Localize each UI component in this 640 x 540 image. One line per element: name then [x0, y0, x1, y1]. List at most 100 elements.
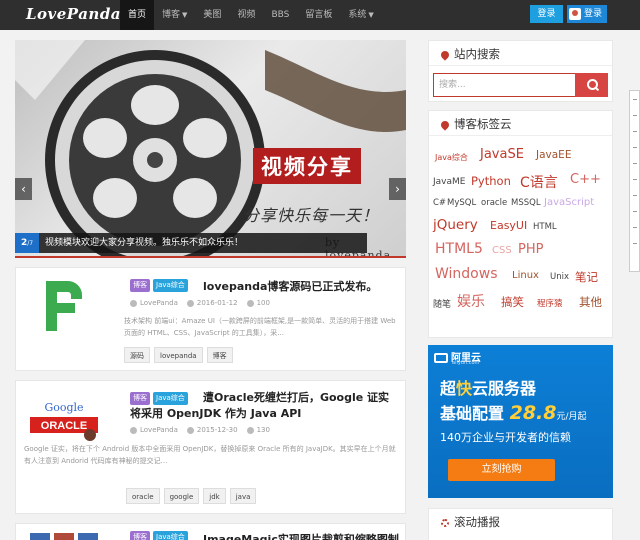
- widget-title: 滚动播报: [441, 514, 500, 530]
- post-views: 130: [246, 426, 270, 434]
- pin-icon: [439, 118, 451, 131]
- image-slider[interactable]: 视频分享 分享快乐每一天！ by lovepanda ‹ › 2/7 视频模块欢…: [15, 40, 406, 256]
- category-badge[interactable]: Java综合: [153, 531, 188, 540]
- nav-item-video[interactable]: 视频: [229, 0, 263, 30]
- tag-link[interactable]: 娱乐: [457, 291, 485, 311]
- nav-item-bbs[interactable]: BBS: [263, 0, 297, 30]
- tag-link[interactable]: C语言: [520, 172, 558, 192]
- tag-link[interactable]: JavaSE: [480, 147, 524, 162]
- tag-link[interactable]: HTML5: [435, 241, 483, 257]
- user-icon: [130, 426, 137, 434]
- ad-price-unit: 元/月起: [556, 412, 587, 422]
- search-widget: 站内搜索 搜索...: [428, 40, 613, 102]
- keyword-tag[interactable]: 源码: [124, 347, 150, 363]
- tag-link[interactable]: Windows: [435, 266, 498, 282]
- tag-link[interactable]: Linux: [512, 270, 539, 281]
- post-thumbnail[interactable]: Google ORACLE: [26, 392, 102, 446]
- post-keywords: 源码 lovepanda 博客: [124, 347, 233, 363]
- scroll-tick: [633, 179, 637, 180]
- post-card: Google ORACLE 博客 Java综合 遭Oracle死缠烂打后，Goo…: [15, 380, 406, 514]
- tag-link[interactable]: HTML: [533, 222, 557, 232]
- post-thumbnail[interactable]: [26, 531, 102, 540]
- tag-link[interactable]: C#: [433, 198, 446, 208]
- tag-link[interactable]: 程序猿: [537, 297, 563, 309]
- buy-now-button[interactable]: 立刻抢购: [448, 459, 555, 481]
- nav-item-system[interactable]: 系统 ▼: [340, 0, 381, 30]
- keyword-tag[interactable]: lovepanda: [154, 347, 203, 363]
- tag-link[interactable]: JavaEE: [536, 149, 571, 161]
- user-icon: [130, 299, 137, 307]
- aliyun-ad-banner[interactable]: 阿里云 aliyun.com 超快云服务器 基础配置 28.8元/月起 140万…: [428, 345, 613, 498]
- slide-caption-text[interactable]: 视频模块欢迎大家分享视频。独乐乐不如众乐乐！: [45, 233, 243, 253]
- scroll-tick: [633, 99, 637, 100]
- tag-link[interactable]: oracle: [481, 198, 507, 208]
- tag-link[interactable]: 笔记: [575, 269, 598, 285]
- post-title[interactable]: 遭Oracle死缠烂打后，Google 证实将采用 OpenJDK 作为 Jav…: [130, 390, 398, 422]
- widget-title: 站内搜索: [439, 46, 500, 62]
- tag-link[interactable]: MSSQL: [511, 198, 541, 208]
- widget-title: 博客标签云: [439, 116, 512, 132]
- nav-item-guestbook[interactable]: 留言板: [297, 0, 340, 30]
- category-badge[interactable]: Java综合: [153, 279, 188, 292]
- nav-item-photos[interactable]: 美图: [195, 0, 229, 30]
- category-badge[interactable]: 博客: [130, 279, 150, 292]
- caret-down-icon: ▼: [368, 11, 374, 19]
- top-navbar: LovePanda 首页 博客 ▼ 美图 视频 BBS 留言板 系统 ▼ 登录 登录: [0, 0, 640, 30]
- post-thumbnail[interactable]: [26, 279, 102, 333]
- keyword-tag[interactable]: oracle: [126, 488, 160, 504]
- post-author-name: LovePanda: [140, 299, 178, 307]
- ad-headline-prefix: 超: [440, 379, 457, 398]
- aliyun-logo-icon: [434, 353, 448, 363]
- slide-counter-total: /7: [27, 240, 34, 247]
- post-title[interactable]: lovepanda博客源码已正式发布。: [203, 278, 377, 294]
- search-button[interactable]: [575, 73, 608, 97]
- tag-link[interactable]: jQuery: [433, 217, 478, 233]
- chevron-left-icon[interactable]: ‹: [15, 178, 32, 200]
- scroll-tick: [633, 131, 637, 132]
- keyword-tag[interactable]: google: [163, 488, 200, 504]
- nav-item-blog[interactable]: 博客 ▼: [154, 0, 195, 30]
- nav-item-home[interactable]: 首页: [120, 0, 155, 30]
- keyword-tag[interactable]: jdk: [203, 488, 226, 504]
- post-badges: 博客 Java综合: [130, 531, 188, 540]
- tag-link[interactable]: EasyUI: [490, 219, 527, 232]
- tag-link[interactable]: JavaME: [433, 177, 465, 187]
- scroll-tick: [633, 195, 637, 196]
- login-button[interactable]: 登录: [530, 5, 563, 23]
- tag-link[interactable]: PHP: [518, 242, 543, 257]
- user-login-button[interactable]: 登录: [567, 5, 607, 23]
- scroll-tick: [633, 115, 637, 116]
- post-card: 博客 Java综合 lovepanda博客源码已正式发布。 LovePanda …: [15, 267, 406, 371]
- nav-label: 博客: [162, 10, 181, 20]
- user-login-label: 登录: [584, 9, 603, 19]
- widget-title-text: 博客标签云: [454, 117, 512, 131]
- tag-link[interactable]: 其他: [579, 294, 602, 310]
- category-badge[interactable]: 博客: [130, 531, 150, 540]
- post-views-count: 100: [256, 299, 270, 307]
- post-card: 博客 Java综合 ImageMagic实现图片裁剪和缩略图制: [15, 523, 406, 540]
- tag-link[interactable]: CSS: [492, 245, 512, 256]
- keyword-tag[interactable]: java: [229, 488, 257, 504]
- site-logo[interactable]: LovePanda: [26, 5, 121, 23]
- keyword-tag[interactable]: 博客: [206, 347, 233, 363]
- post-author-name: LovePanda: [140, 426, 178, 434]
- tag-link[interactable]: 随笔: [433, 297, 451, 310]
- search-input[interactable]: 搜索...: [433, 73, 575, 97]
- post-views: 100: [246, 299, 270, 307]
- chevron-right-icon[interactable]: ›: [389, 178, 406, 200]
- ad-headline-highlight: 快: [456, 379, 473, 398]
- tag-link[interactable]: C++: [570, 172, 601, 187]
- scroll-tick: [633, 211, 637, 212]
- tag-link[interactable]: Unix: [550, 272, 569, 282]
- tag-link[interactable]: MySQL: [447, 198, 476, 208]
- tag-link[interactable]: 搞笑: [501, 294, 524, 310]
- eye-icon: [246, 299, 254, 307]
- post-title[interactable]: ImageMagic实现图片裁剪和缩略图制: [203, 531, 399, 540]
- tag-link[interactable]: Python: [471, 174, 511, 188]
- tag-link[interactable]: Java综合: [435, 152, 468, 163]
- side-scroll-panel[interactable]: [629, 90, 640, 272]
- post-keywords: oracle google jdk java: [126, 488, 257, 504]
- tag-link[interactable]: JavaScript: [544, 197, 594, 208]
- clock-icon: [186, 426, 194, 434]
- ad-price-line: 基础配置 28.8元/月起: [440, 400, 587, 424]
